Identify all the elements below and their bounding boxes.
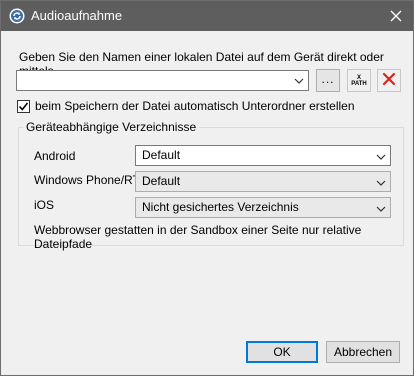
windows-phone-select[interactable]: Default: [135, 171, 391, 192]
xpath-button[interactable]: X PATH: [347, 69, 371, 92]
browse-button[interactable]: ...: [316, 69, 340, 92]
cancel-button[interactable]: Abbrechen: [326, 341, 400, 363]
auto-subfolder-checkbox[interactable]: [17, 99, 30, 113]
dialog-window: Audioaufnahme Geben Sie den Namen einer …: [0, 0, 414, 376]
ios-select-value: Nicht gesichertes Verzeichnis: [142, 200, 299, 214]
ok-button[interactable]: OK: [246, 341, 318, 363]
android-label: Android: [34, 149, 76, 163]
file-path-combobox[interactable]: [16, 70, 309, 91]
delete-button[interactable]: [377, 69, 401, 92]
chevron-down-icon[interactable]: [376, 151, 386, 161]
auto-subfolder-option[interactable]: beim Speichern der Datei automatisch Unt…: [17, 99, 355, 113]
close-icon[interactable]: [379, 1, 413, 31]
chevron-down-icon[interactable]: [294, 75, 304, 85]
windows-phone-label: Windows Phone/RT: [34, 173, 140, 187]
chevron-down-icon[interactable]: [376, 177, 386, 187]
xpath-icon: X PATH: [351, 75, 366, 87]
window-title: Audioaufnahme: [31, 8, 123, 23]
android-select[interactable]: Default: [135, 145, 391, 166]
ios-select[interactable]: Nicht gesichertes Verzeichnis: [135, 197, 391, 218]
device-directories-title: Geräteabhängige Verzeichnisse: [23, 120, 200, 134]
title-bar[interactable]: Audioaufnahme: [1, 1, 413, 31]
auto-subfolder-label: beim Speichern der Datei automatisch Unt…: [35, 99, 355, 113]
xpath-icon-bottom: PATH: [351, 80, 367, 87]
android-select-value: Default: [142, 148, 181, 162]
altova-mobile-icon: [9, 8, 25, 24]
chevron-down-icon[interactable]: [376, 203, 386, 213]
red-x-icon: [382, 72, 396, 89]
checkmark-icon: [18, 102, 29, 111]
sandbox-note: Webbrowser gestatten in der Sandbox eine…: [34, 223, 362, 251]
windows-phone-select-value: Default: [142, 174, 181, 188]
ios-label: iOS: [34, 198, 55, 212]
